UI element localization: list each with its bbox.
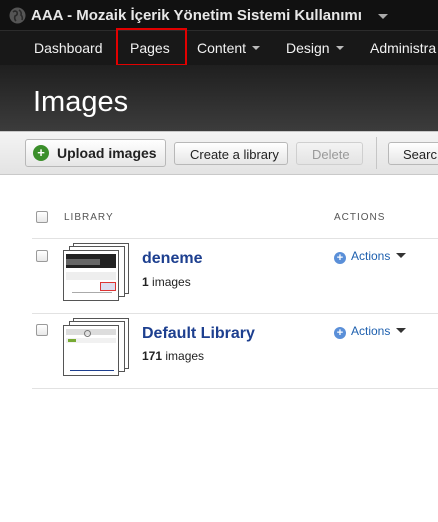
chevron-down-icon: [396, 328, 407, 333]
library-image-count: 171 images: [142, 349, 204, 363]
upload-images-button[interactable]: + Upload images: [25, 139, 166, 167]
create-library-label: Create a library: [190, 147, 279, 162]
chevron-down-icon: [396, 253, 407, 258]
plus-icon: +: [334, 252, 346, 264]
main-nav: Dashboard Pages Content Design Administr…: [0, 31, 438, 65]
thumbnail-highlight: [100, 282, 116, 291]
library-thumbnail[interactable]: [63, 318, 133, 380]
nav-design-label: Design: [286, 40, 330, 56]
row-checkbox[interactable]: [36, 324, 48, 336]
chevron-down-icon: [335, 46, 344, 51]
table-divider: [32, 238, 438, 239]
row-checkbox[interactable]: [36, 250, 48, 262]
thumbnail-front-image: [63, 250, 119, 301]
create-library-button[interactable]: Create a library: [174, 142, 288, 165]
nav-content-label: Content: [197, 40, 247, 56]
toolbar-divider: [376, 137, 377, 169]
plus-icon: +: [334, 327, 346, 339]
thumbnail-icon: [84, 330, 91, 337]
actions-label: Actions: [351, 249, 391, 263]
plus-icon: +: [33, 145, 49, 161]
delete-label: Delete: [312, 147, 350, 162]
table-divider: [32, 388, 438, 389]
chevron-down-icon: [252, 46, 261, 51]
thumbnail-front-image: [63, 325, 119, 376]
globe-icon: [9, 7, 26, 24]
actions-dropdown[interactable]: + Actions: [334, 249, 407, 264]
thumbnail-toolbar: [66, 272, 116, 280]
select-all-checkbox[interactable]: [36, 211, 48, 223]
site-title-bar: AAA - Mozaik İçerik Yönetim Sistemi Kull…: [0, 0, 438, 31]
column-header-actions: ACTIONS: [334, 212, 386, 223]
delete-button[interactable]: Delete: [296, 142, 363, 165]
thumbnail-text: [68, 339, 76, 342]
actions-dropdown[interactable]: + Actions: [334, 324, 407, 339]
image-count-unit: images: [152, 275, 191, 289]
actions-label: Actions: [351, 324, 391, 338]
thumbnail-line: [72, 292, 112, 293]
column-header-library: LIBRARY: [64, 212, 114, 223]
library-thumbnail[interactable]: [63, 243, 133, 305]
library-name-link[interactable]: Default Library: [142, 325, 255, 343]
library-image-count: 1 images: [142, 275, 191, 289]
table-divider: [32, 313, 438, 314]
page-title: Images: [33, 86, 129, 118]
nav-design[interactable]: Design: [286, 40, 344, 56]
nav-dashboard[interactable]: Dashboard: [34, 40, 103, 56]
search-label: Searc: [403, 147, 437, 162]
image-count-value: 171: [142, 349, 163, 363]
image-count-unit: images: [165, 349, 205, 363]
pages-highlight-box: [116, 28, 187, 66]
nav-dashboard-label: Dashboard: [34, 40, 103, 56]
nav-administration[interactable]: Administra: [370, 40, 436, 56]
nav-administration-label: Administra: [370, 40, 437, 56]
thumbnail-text: [66, 259, 100, 265]
image-count-value: 1: [142, 275, 149, 289]
search-button[interactable]: Searc: [388, 142, 438, 165]
nav-content[interactable]: Content: [197, 40, 261, 56]
thumbnail-line: [70, 370, 114, 371]
library-name-link[interactable]: deneme: [142, 250, 202, 268]
site-title[interactable]: AAA - Mozaik İçerik Yönetim Sistemi Kull…: [31, 7, 362, 24]
upload-images-label: Upload images: [57, 145, 157, 161]
site-menu-chevron-icon[interactable]: [378, 14, 388, 19]
thumbnail-tabbar: [66, 329, 116, 335]
